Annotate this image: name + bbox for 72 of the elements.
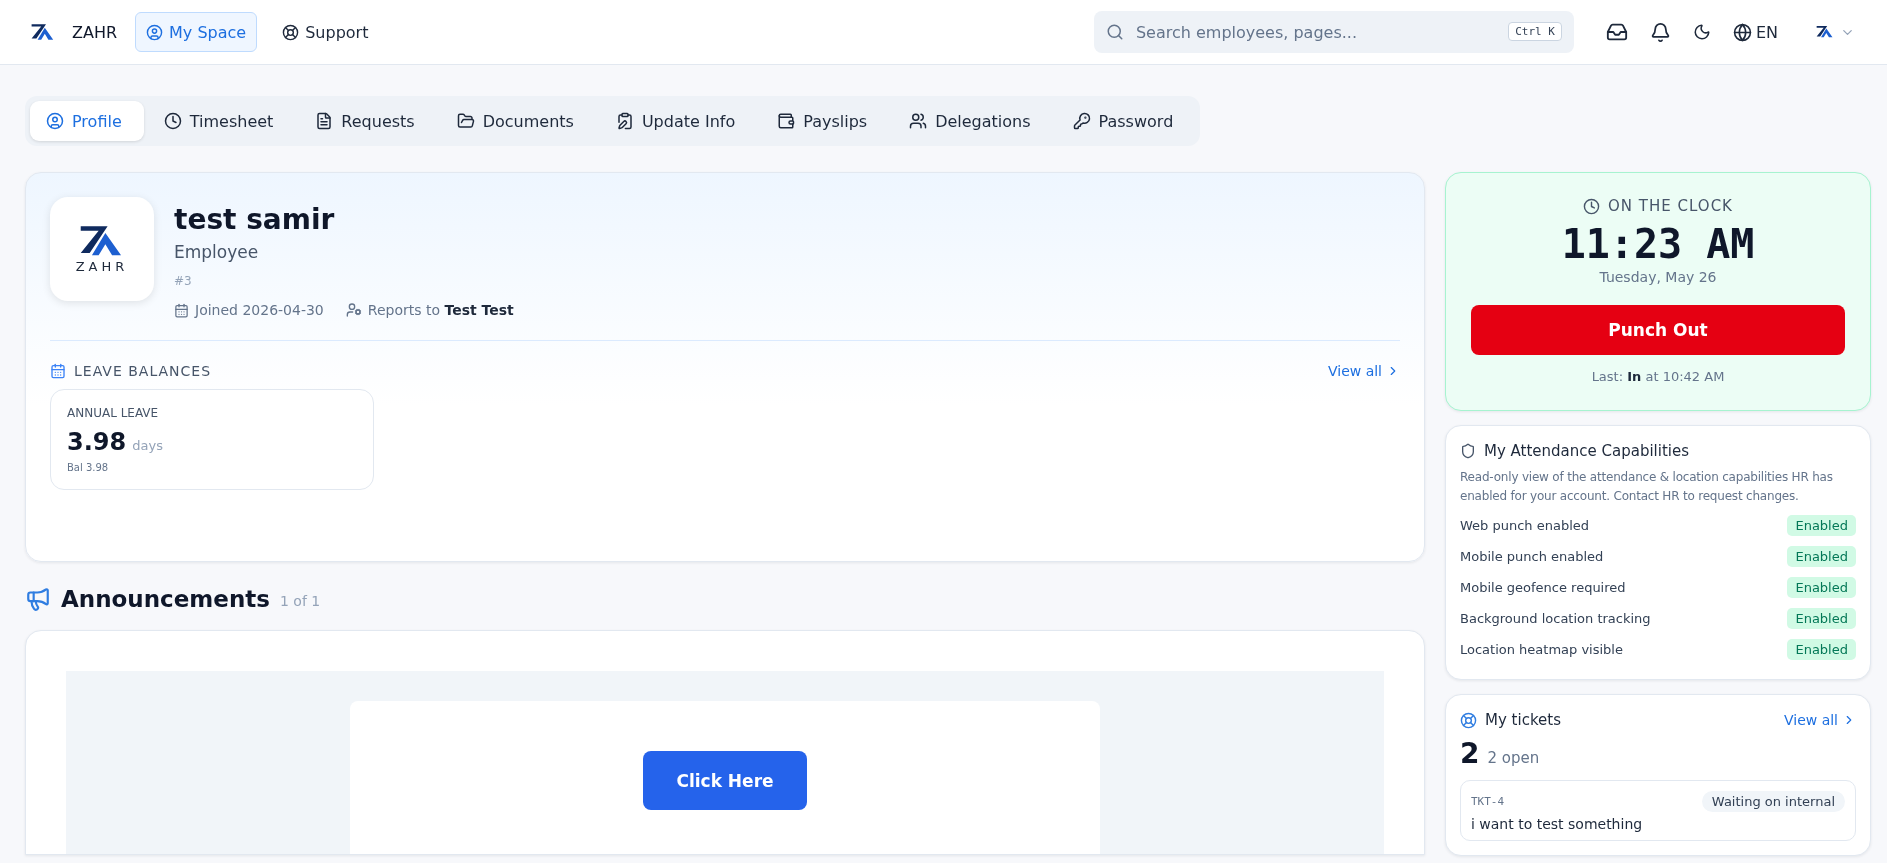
section-title: LEAVE BALANCES xyxy=(74,363,212,379)
status-badge: Enabled xyxy=(1787,608,1856,629)
current-time: 11:23 AM xyxy=(1561,221,1755,267)
tab-icon xyxy=(163,112,182,130)
tab-icon xyxy=(615,112,634,130)
ticket-item[interactable]: TKT-4 Waiting on internal i want to test something xyxy=(1460,780,1856,841)
joined-date: Joined 2026-04-30 xyxy=(195,302,324,318)
tab[interactable]: Delegations xyxy=(893,101,1053,141)
capability-label: Mobile punch enabled xyxy=(1460,549,1604,564)
tab-icon xyxy=(1072,112,1091,130)
last-punch: Last: In at 10:42 AM xyxy=(1591,369,1725,384)
section-title: Announcements xyxy=(61,586,270,612)
brand-name: ZAHR xyxy=(72,22,118,42)
capability-label: Mobile geofence required xyxy=(1460,580,1626,595)
nav-link[interactable]: My Space xyxy=(135,12,258,52)
language-button[interactable]: EN xyxy=(1728,18,1782,46)
employee-number: #3 xyxy=(174,274,193,288)
ticket-count: 2 xyxy=(1460,737,1480,770)
shortcut-key: Ctrl K xyxy=(1508,22,1562,41)
status-badge: Enabled xyxy=(1787,515,1856,536)
capability-label: Web punch enabled xyxy=(1460,518,1590,533)
card-title: My Attendance Capabilities xyxy=(1484,442,1690,460)
capability-label: Location heatmap visible xyxy=(1460,642,1623,657)
lifebuoy-icon xyxy=(282,23,300,41)
capability-label: Background location tracking xyxy=(1460,611,1651,626)
tab[interactable]: Documents xyxy=(440,101,596,141)
tab-icon xyxy=(909,112,928,130)
clock-icon xyxy=(1583,197,1601,215)
balance-text: Bal 3.98 xyxy=(67,462,110,473)
status-badge: Enabled xyxy=(1787,577,1856,598)
tab[interactable]: Timesheet xyxy=(147,101,296,141)
clock-title: ON THE CLOCK xyxy=(1608,197,1733,215)
announcement-count: 1 of 1 xyxy=(279,593,321,609)
status-badge: Enabled xyxy=(1787,639,1856,660)
tab-icon xyxy=(46,112,64,130)
user-icon xyxy=(146,23,164,41)
logo-text: ZAHR xyxy=(75,259,129,275)
tab-icon xyxy=(456,112,475,130)
tab-icon xyxy=(777,112,796,130)
user-gear-icon xyxy=(345,302,362,318)
click-here-button[interactable]: Click Here xyxy=(643,751,807,810)
leave-type: ANNUAL LEAVE xyxy=(67,406,160,420)
open-count: 2 open xyxy=(1487,749,1540,767)
ticket-id: TKT-4 xyxy=(1471,795,1505,808)
status-badge: Enabled xyxy=(1787,546,1856,567)
unit-label: days xyxy=(132,438,163,453)
megaphone-icon xyxy=(25,586,51,612)
ticket-status: Waiting on internal xyxy=(1701,791,1845,812)
tab-icon xyxy=(315,112,334,130)
globe-icon xyxy=(1732,22,1752,42)
current-date: Tuesday, May 26 xyxy=(1599,269,1717,285)
lifebuoy-icon xyxy=(1460,711,1477,729)
employee-role: Employee xyxy=(174,242,260,262)
calendar-icon xyxy=(174,302,189,318)
view-all-link[interactable]: View all xyxy=(1327,363,1400,379)
card-title: My tickets xyxy=(1485,711,1561,729)
search-icon xyxy=(1105,23,1124,41)
tab[interactable]: Update Info xyxy=(599,101,758,141)
card-description: Read-only view of the attendance & location capabilities HR has enabled for your account. Contact HR to request changes. xyxy=(1460,469,1834,505)
punch-out-button[interactable]: Punch Out xyxy=(1471,305,1845,355)
nav-link[interactable]: Support xyxy=(271,12,380,52)
tab[interactable]: Payslips xyxy=(761,101,890,141)
tab[interactable]: Password xyxy=(1056,101,1196,141)
reports-to: Reports to Test Test xyxy=(367,302,514,318)
view-all-link[interactable]: View all xyxy=(1783,712,1856,728)
tab[interactable]: Requests xyxy=(299,101,437,141)
tab[interactable]: Profile xyxy=(30,101,144,141)
leave-days: 3.98 xyxy=(67,428,127,456)
calendar-icon xyxy=(50,363,66,379)
ticket-subject: i want to test something xyxy=(1471,816,1644,832)
shield-icon xyxy=(1460,443,1476,459)
employee-name: test samir xyxy=(174,203,336,236)
